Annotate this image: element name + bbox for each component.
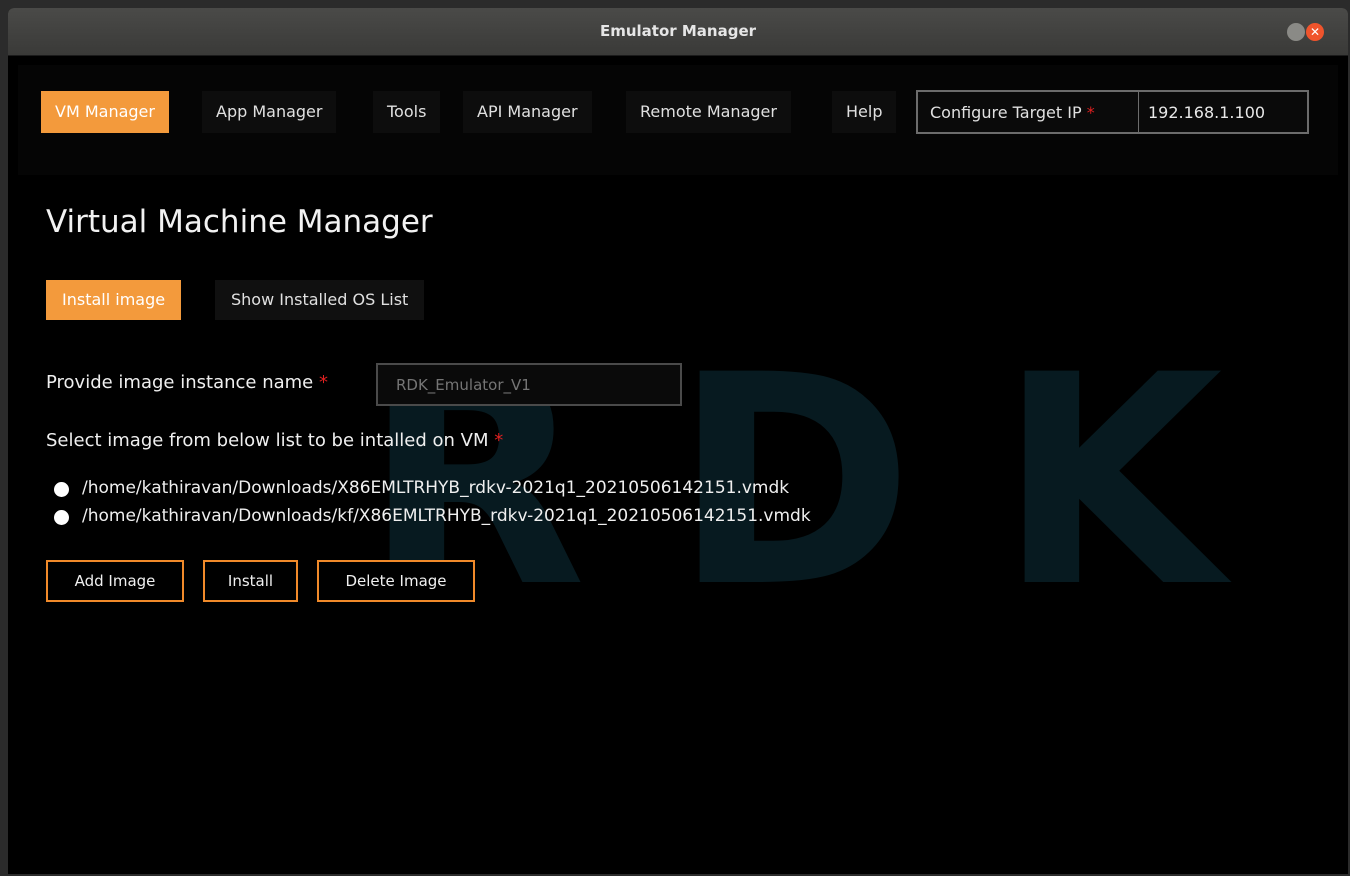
tab-install-image[interactable]: Install image — [46, 280, 182, 320]
nav-vm-manager[interactable]: VM Manager — [41, 91, 169, 133]
emulator-manager-window: Emulator Manager ✕ VM Manager App Manage… — [8, 8, 1348, 874]
nav-help[interactable]: Help — [832, 91, 897, 133]
image-option-path: /home/kathiravan/Downloads/X86EMLTRHYB_r… — [82, 478, 790, 498]
required-mark: * — [494, 430, 504, 451]
window-title: Emulator Manager — [599, 22, 757, 40]
install-button[interactable]: Install — [203, 560, 298, 602]
minimize-button[interactable] — [1287, 23, 1305, 41]
delete-image-button[interactable]: Delete Image — [317, 560, 475, 602]
page-title: Virtual Machine Manager — [46, 204, 433, 240]
radio-button[interactable] — [54, 482, 69, 497]
required-mark: * — [318, 372, 328, 393]
close-icon: ✕ — [1309, 25, 1321, 39]
nav-remote-manager[interactable]: Remote Manager — [626, 91, 791, 133]
tab-show-installed-os-list[interactable]: Show Installed OS List — [215, 280, 425, 320]
close-button[interactable]: ✕ — [1306, 23, 1324, 41]
image-select-label: Select image from below list to be intal… — [46, 430, 504, 451]
nav-api-manager[interactable]: API Manager — [463, 91, 592, 133]
watermark-letter: K — [998, 314, 1223, 651]
instance-name-input[interactable] — [376, 363, 682, 406]
target-ip-label: Configure Target IP * — [930, 103, 1095, 122]
required-mark: * — [1086, 103, 1095, 122]
window-titlebar: Emulator Manager ✕ — [8, 8, 1348, 56]
add-image-button[interactable]: Add Image — [46, 560, 184, 602]
nav-tools[interactable]: Tools — [373, 91, 441, 133]
nav-app-manager[interactable]: App Manager — [202, 91, 337, 133]
target-ip-input[interactable] — [1138, 92, 1305, 132]
instance-name-label: Provide image instance name * — [46, 372, 328, 393]
image-option-path: /home/kathiravan/Downloads/kf/X86EMLTRHY… — [82, 506, 811, 526]
target-ip-field: Configure Target IP * — [916, 90, 1309, 134]
radio-button[interactable] — [54, 510, 69, 525]
